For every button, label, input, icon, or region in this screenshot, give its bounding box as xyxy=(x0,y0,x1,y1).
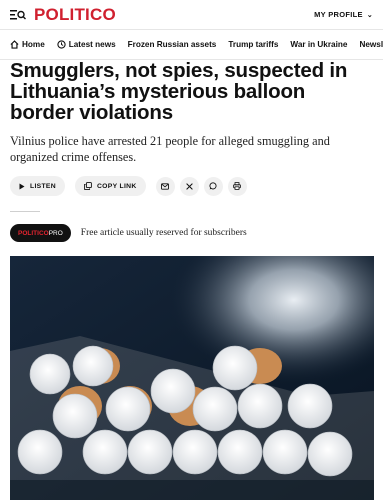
share-x-button[interactable] xyxy=(179,176,199,196)
politico-pro-badge[interactable]: POLITICO PRO xyxy=(10,224,71,242)
share-whatsapp-button[interactable] xyxy=(203,176,223,196)
nav-item-trump-tariffs[interactable]: Trump tariffs xyxy=(228,40,278,49)
nav-item-home[interactable]: Home xyxy=(10,40,45,49)
politico-logo[interactable]: POLITICO xyxy=(34,5,116,25)
nav-item-frozen-russian-assets[interactable]: Frozen Russian assets xyxy=(128,40,217,49)
nav-item-label: Latest news xyxy=(68,40,116,49)
divider xyxy=(10,211,40,212)
nav-item-label: Home xyxy=(22,40,45,49)
pro-notice: POLITICO PRO Free article usually reserve… xyxy=(10,224,247,242)
article-actions: LISTEN COPY LINK xyxy=(10,176,252,196)
pro-badge-pro: PRO xyxy=(48,229,63,237)
nav-item-newsletters[interactable]: Newsletters xyxy=(359,40,383,49)
home-icon xyxy=(10,40,19,49)
menu-icon[interactable] xyxy=(10,8,26,22)
copy-link-button[interactable]: COPY LINK xyxy=(74,176,146,196)
pro-note-text: Free article usually reserved for subscr… xyxy=(80,228,247,238)
nav-item-label: War in Ukraine xyxy=(290,40,348,49)
copy-icon xyxy=(84,182,92,190)
nav-item-label: Newsletters xyxy=(359,40,383,49)
my-profile-button[interactable]: MY PROFILE ⌄ xyxy=(314,10,373,19)
copy-link-label: COPY LINK xyxy=(96,182,137,190)
mail-icon xyxy=(161,182,170,190)
article-headline: Smugglers, not spies, suspected in Lithu… xyxy=(10,59,348,124)
section-nav: Home Latest news Frozen Russian assets T… xyxy=(0,30,383,60)
nav-item-label: Frozen Russian assets xyxy=(127,40,217,49)
article-hero-image xyxy=(10,256,374,500)
nav-item-label: Trump tariffs xyxy=(228,40,279,49)
listen-button[interactable]: LISTEN xyxy=(10,176,65,196)
article-dek: Vilnius police have arrested 21 people f… xyxy=(10,134,330,164)
play-icon xyxy=(19,183,25,189)
print-button[interactable] xyxy=(227,176,247,196)
my-profile-label: MY PROFILE xyxy=(314,10,363,19)
nav-item-war-in-ukraine[interactable]: War in Ukraine xyxy=(290,40,347,49)
clock-icon xyxy=(57,40,66,49)
chevron-down-icon: ⌄ xyxy=(366,11,373,19)
whatsapp-icon xyxy=(209,182,217,190)
top-bar: POLITICO MY PROFILE ⌄ xyxy=(0,0,383,30)
share-email-button[interactable] xyxy=(155,176,175,196)
pro-badge-brand: POLITICO xyxy=(18,229,49,237)
x-icon xyxy=(185,182,193,190)
listen-label: LISTEN xyxy=(30,182,56,190)
nav-item-latest-news[interactable]: Latest news xyxy=(57,40,116,49)
print-icon xyxy=(233,182,241,190)
